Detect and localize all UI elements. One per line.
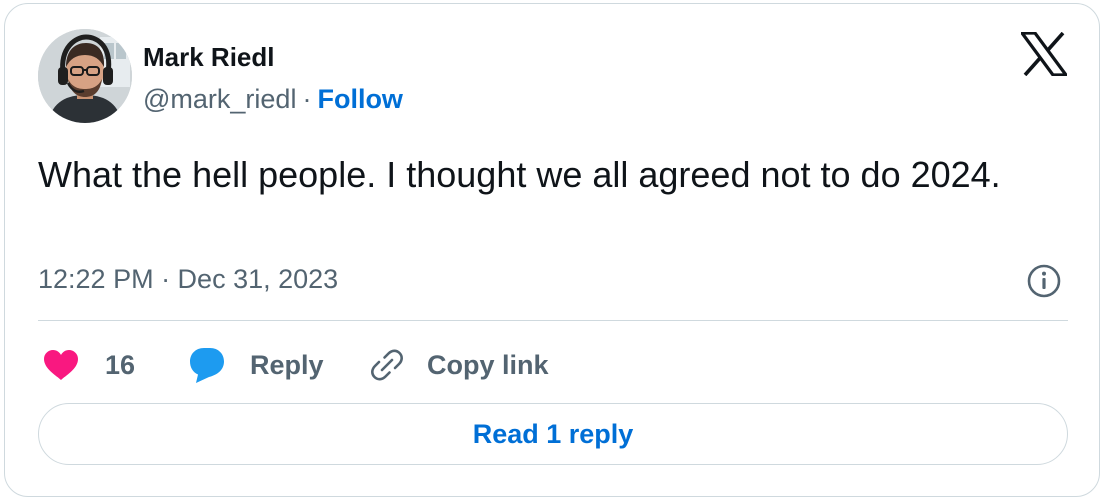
x-logo-icon[interactable] bbox=[1018, 31, 1070, 77]
tweet-text: What the hell people. I thought we all a… bbox=[38, 154, 1001, 195]
read-replies-label: Read 1 reply bbox=[472, 418, 634, 449]
author-name[interactable]: Mark Riedl bbox=[143, 42, 275, 73]
tweet-timestamp[interactable]: 12:22 PM · Dec 31, 2023 bbox=[38, 264, 338, 295]
reply-button[interactable]: Reply bbox=[188, 342, 324, 388]
handle-separator: · bbox=[302, 84, 312, 114]
copy-link-button[interactable]: Copy link bbox=[369, 342, 549, 388]
divider bbox=[38, 320, 1068, 321]
follow-link[interactable]: Follow bbox=[317, 84, 402, 114]
info-icon[interactable] bbox=[1026, 263, 1062, 299]
reply-bubble-icon bbox=[190, 348, 224, 383]
tweet-embed-card: Mark Riedl @mark_riedl · Follow What the h… bbox=[4, 3, 1100, 497]
read-replies-button[interactable]: Read 1 reply bbox=[38, 403, 1068, 465]
heart-icon bbox=[44, 350, 78, 380]
profile-photo-icon bbox=[38, 29, 132, 123]
like-button[interactable]: 16 bbox=[43, 342, 135, 388]
reply-label: Reply bbox=[250, 349, 324, 380]
copy-link-label: Copy link bbox=[427, 349, 549, 380]
author-handle[interactable]: @mark_riedl bbox=[143, 84, 296, 114]
link-icon bbox=[371, 349, 403, 381]
author-handle-row: @mark_riedl · Follow bbox=[143, 84, 403, 115]
like-count: 16 bbox=[105, 349, 136, 380]
author-avatar[interactable] bbox=[38, 29, 132, 123]
